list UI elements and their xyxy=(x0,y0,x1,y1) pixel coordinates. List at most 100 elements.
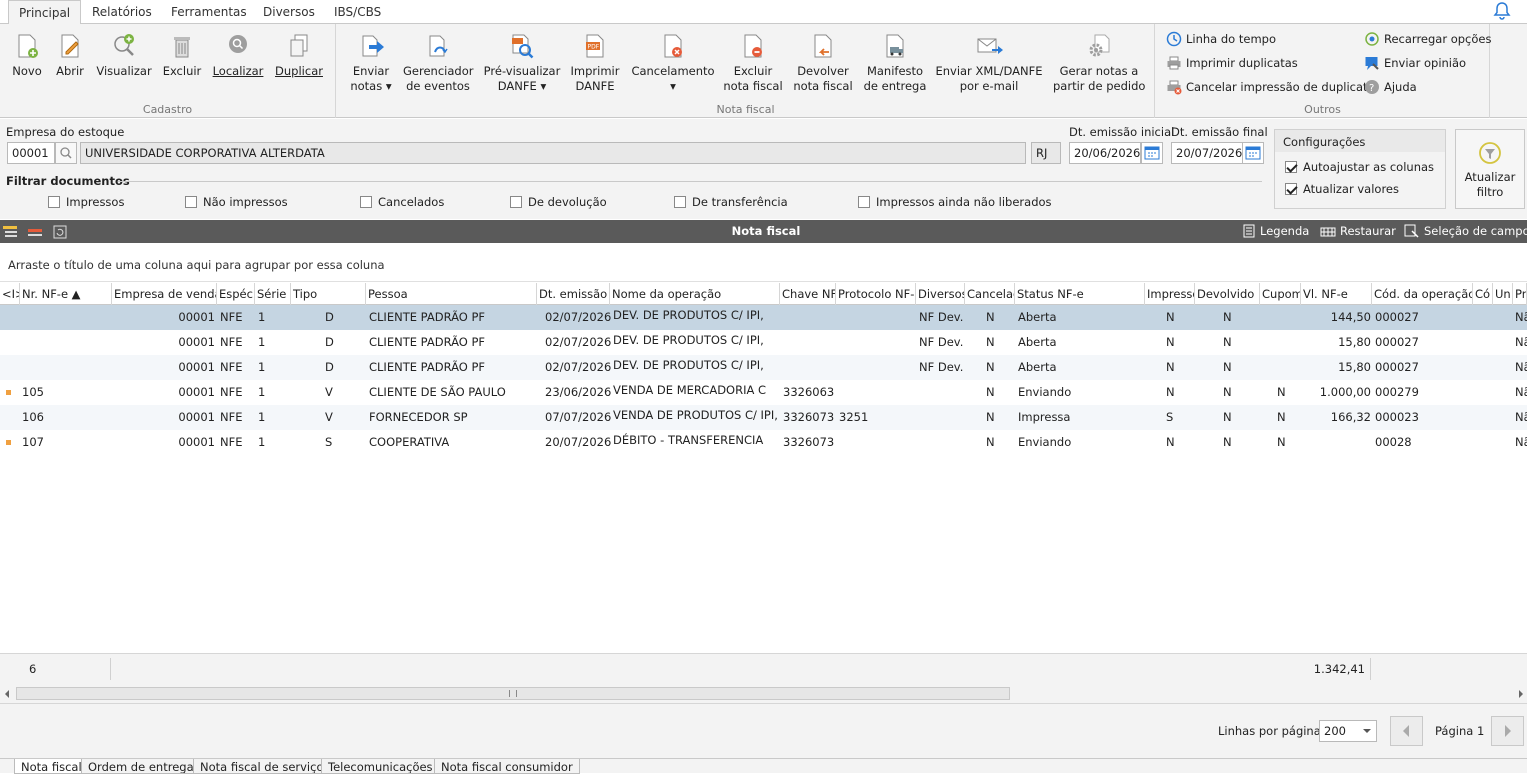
col-pr[interactable]: Pr xyxy=(1513,283,1527,305)
table-row[interactable]: 00001 NFE 1 D CLIENTE PADRÃO PF 02/07/20… xyxy=(0,305,1527,330)
col-indicator[interactable]: <I> xyxy=(0,283,20,305)
check-de-devolucao[interactable]: De devolução xyxy=(510,195,607,209)
ajuda-button[interactable]: ? Ajuda xyxy=(1364,79,1417,95)
cell-operacao: DÉBITO - TRANSFERENCIA xyxy=(613,433,764,447)
localizar-button[interactable]: Localizar xyxy=(212,32,264,79)
col-devolvido[interactable]: Devolvido xyxy=(1195,283,1260,305)
col-diversos[interactable]: Diversos xyxy=(916,283,965,305)
gerar-notas-pedido-button[interactable]: Gerar notas a partir de pedido xyxy=(1053,32,1145,94)
col-cupom[interactable]: Cupom xyxy=(1260,283,1301,305)
empresa-code-field[interactable]: 00001 xyxy=(7,142,55,164)
dt-final-field[interactable]: 20/07/2026 xyxy=(1171,142,1243,164)
excluir-button[interactable]: Excluir xyxy=(160,32,204,79)
dt-inicial-calendar-button[interactable] xyxy=(1141,142,1163,164)
manifesto-entrega-button[interactable]: Manifesto de entrega xyxy=(863,32,927,94)
col-serie[interactable]: Série xyxy=(255,283,291,305)
dt-inicial-field[interactable]: 20/06/2026 xyxy=(1069,142,1141,164)
next-page-button[interactable] xyxy=(1491,716,1524,746)
excluir-nota-fiscal-button[interactable]: Excluir nota fiscal xyxy=(723,32,783,94)
tab-ibs-cbs[interactable]: IBS/CBS xyxy=(324,0,391,24)
col-nr-nfe[interactable]: Nr. NF-e ▲ xyxy=(20,283,112,305)
abrir-button[interactable]: Abrir xyxy=(52,32,88,79)
table-row[interactable]: 105 00001 NFE 1 V CLIENTE DE SÃO PAULO 2… xyxy=(0,380,1527,405)
cell-pr: Nã xyxy=(1515,335,1527,349)
bell-icon[interactable] xyxy=(1492,1,1512,21)
cell-cupom: N xyxy=(1277,385,1286,399)
col-nome-operacao[interactable]: Nome da operação xyxy=(610,283,780,305)
col-protocolo[interactable]: Protocolo NF- xyxy=(836,283,916,305)
table-row[interactable]: 00001 NFE 1 D CLIENTE PADRÃO PF 02/07/20… xyxy=(0,355,1527,380)
cancelar-impressao-duplicata-button[interactable]: Cancelar impressão de duplicata xyxy=(1166,79,1375,95)
cell-especie: NFE xyxy=(220,410,243,424)
checkbox-nao-impressos[interactable] xyxy=(185,196,197,208)
tab-nota-fiscal-servico[interactable]: Nota fiscal de serviço xyxy=(193,759,331,774)
check-impressos-nao-liberados[interactable]: Impressos ainda não liberados xyxy=(858,195,1052,209)
recarregar-opcoes-button[interactable]: Recarregar opções xyxy=(1364,31,1492,47)
cancelamento-button[interactable]: Cancelamento ▾ xyxy=(631,32,715,94)
tab-ferramentas[interactable]: Ferramentas xyxy=(161,0,257,24)
tab-telecomunicacoes[interactable]: Telecomunicações xyxy=(321,759,440,774)
check-autoajustar[interactable]: Autoajustar as colunas xyxy=(1285,160,1434,174)
scroll-right-icon[interactable] xyxy=(1517,689,1525,699)
scroll-left-icon[interactable] xyxy=(3,689,11,699)
enviar-xml-danfe-button[interactable]: Enviar XML/DANFE por e-mail xyxy=(935,32,1043,94)
check-de-transferencia[interactable]: De transferência xyxy=(674,195,788,209)
linhas-por-pagina-select[interactable]: 200 xyxy=(1319,720,1377,742)
group-by-zone[interactable]: Arraste o título de uma coluna aqui para… xyxy=(0,244,1527,282)
selecao-campos-button[interactable]: Seleção de campos xyxy=(1404,223,1527,239)
col-pessoa[interactable]: Pessoa xyxy=(366,283,537,305)
restaurar-button[interactable]: Restaurar xyxy=(1320,223,1396,239)
duplicar-button[interactable]: Duplicar xyxy=(274,32,324,79)
tab-principal[interactable]: Principal xyxy=(8,0,82,25)
col-impresso[interactable]: Impresso xyxy=(1145,283,1195,305)
col-tipo[interactable]: Tipo xyxy=(291,283,366,305)
check-atualizar-valores[interactable]: Atualizar valores xyxy=(1285,182,1399,196)
col-chave-nf[interactable]: Chave NF xyxy=(780,283,836,305)
col-empresa-venda[interactable]: Empresa de venda xyxy=(112,283,217,305)
check-impressos[interactable]: Impressos xyxy=(48,195,124,209)
col-cod-operacao[interactable]: Cód. da operação xyxy=(1372,283,1473,305)
visualizar-button[interactable]: Visualizar xyxy=(96,32,152,79)
col-dt-emissao[interactable]: Dt. emissão xyxy=(537,283,610,305)
scrollbar-thumb[interactable] xyxy=(16,687,1010,700)
checkbox-impressos[interactable] xyxy=(48,196,60,208)
checkbox-autoajustar[interactable] xyxy=(1285,161,1297,173)
checkbox-de-devolucao[interactable] xyxy=(510,196,522,208)
de-transferencia-label: De transferência xyxy=(692,195,788,209)
col-status-nfe[interactable]: Status NF-e xyxy=(1015,283,1145,305)
enviar-opiniao-button[interactable]: Enviar opinião xyxy=(1364,55,1466,71)
imprimir-duplicatas-button[interactable]: Imprimir duplicatas xyxy=(1166,55,1298,71)
novo-button[interactable]: Novo xyxy=(8,32,46,79)
gerenciador-eventos-button[interactable]: Gerenciador de eventos xyxy=(403,32,473,94)
empresa-search-button[interactable] xyxy=(55,142,77,164)
horizontal-scrollbar[interactable] xyxy=(0,685,1527,703)
check-nao-impressos[interactable]: Não impressos xyxy=(185,195,288,209)
col-especie[interactable]: Espéci xyxy=(217,283,255,305)
col-vl-nfe[interactable]: Vl. NF-e xyxy=(1301,283,1372,305)
col-cancelada[interactable]: Cancelac xyxy=(965,283,1015,305)
tab-nota-fiscal[interactable]: Nota fiscal xyxy=(14,759,89,774)
dt-final-calendar-button[interactable] xyxy=(1242,142,1264,164)
col-co[interactable]: Có xyxy=(1473,283,1493,305)
checkbox-de-transferencia[interactable] xyxy=(674,196,686,208)
imprimir-danfe-button[interactable]: PDF Imprimir DANFE xyxy=(569,32,621,94)
checkbox-atualizar-valores[interactable] xyxy=(1285,183,1297,195)
atualizar-filtro-button[interactable]: Atualizar filtro xyxy=(1455,129,1525,209)
table-row[interactable]: 00001 NFE 1 D CLIENTE PADRÃO PF 02/07/20… xyxy=(0,330,1527,355)
previous-page-button[interactable] xyxy=(1390,716,1423,746)
linha-do-tempo-button[interactable]: Linha do tempo xyxy=(1166,31,1276,47)
checkbox-impressos-nao-liberados[interactable] xyxy=(858,196,870,208)
devolver-nota-fiscal-button[interactable]: Devolver nota fiscal xyxy=(793,32,853,94)
tab-nota-fiscal-consumidor[interactable]: Nota fiscal consumidor xyxy=(434,759,580,774)
table-row[interactable]: 106 00001 NFE 1 V FORNECEDOR SP 07/07/20… xyxy=(0,405,1527,430)
tab-relatorios[interactable]: Relatórios xyxy=(82,0,162,24)
legenda-button[interactable]: Legenda xyxy=(1242,223,1309,239)
table-row[interactable]: 107 00001 NFE 1 S COOPERATIVA 20/07/2026… xyxy=(0,430,1527,455)
col-un[interactable]: Un xyxy=(1493,283,1513,305)
tab-ordem-entrega[interactable]: Ordem de entrega xyxy=(81,759,201,774)
tab-diversos[interactable]: Diversos xyxy=(253,0,325,24)
check-cancelados[interactable]: Cancelados xyxy=(360,195,444,209)
pre-visualizar-danfe-button[interactable]: Pré-visualizar DANFE ▾ xyxy=(483,32,561,94)
enviar-notas-button[interactable]: Enviar notas ▾ xyxy=(345,32,397,94)
checkbox-cancelados[interactable] xyxy=(360,196,372,208)
